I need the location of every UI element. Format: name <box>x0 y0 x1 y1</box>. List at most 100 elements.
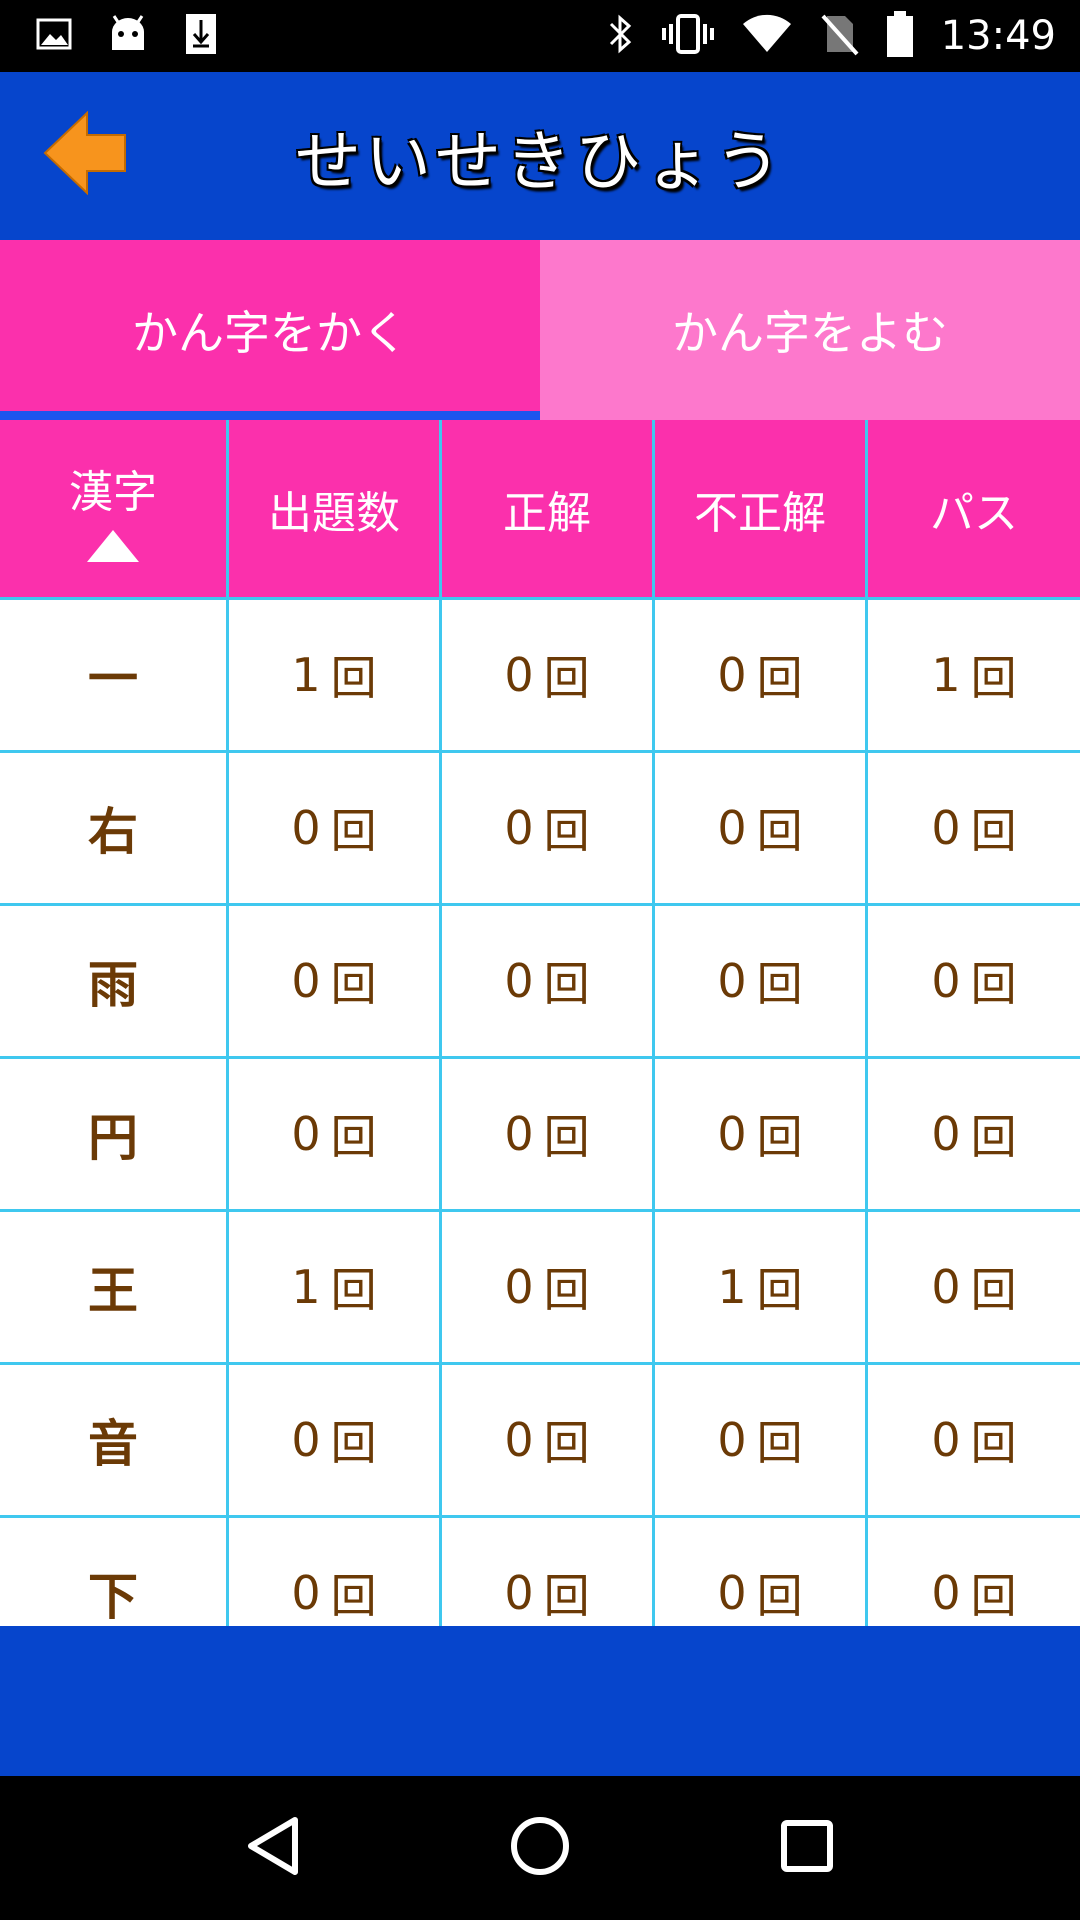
cell-kanji: 雨 <box>0 906 229 1056</box>
cell-asked-value: 0 <box>291 1107 321 1161</box>
cell-incorrect-value: 0 <box>717 801 747 855</box>
count-unit: 回 <box>543 1569 590 1623</box>
table-body: 一1回0回0回1回右0回0回0回0回雨0回0回0回0回円0回0回0回0回王1回0… <box>0 600 1080 1626</box>
count-unit: 回 <box>330 1110 377 1164</box>
cell-kanji-value: 音 <box>88 1415 138 1473</box>
cell-pass-value: 0 <box>931 1107 961 1161</box>
cell-correct: 0回 <box>442 600 655 750</box>
count-unit: 回 <box>543 957 590 1011</box>
tab-bar: かん字をかく かん字をよむ <box>0 240 1080 420</box>
cell-kanji-value: 一 <box>88 650 138 708</box>
count-unit: 回 <box>543 804 590 858</box>
status-bar: 13:49 <box>0 0 1080 72</box>
wifi-icon <box>741 14 793 58</box>
cell-pass: 0回 <box>868 1518 1080 1626</box>
count-unit: 回 <box>543 651 590 705</box>
battery-icon <box>885 10 915 62</box>
count-unit: 回 <box>756 1569 803 1623</box>
ad-banner-area <box>0 1626 1080 1776</box>
cell-kanji: 音 <box>0 1365 229 1515</box>
header-pass-label: パス <box>930 487 1018 539</box>
cell-incorrect: 0回 <box>655 753 868 903</box>
cell-incorrect: 0回 <box>655 906 868 1056</box>
table-row[interactable]: 右0回0回0回0回 <box>0 753 1080 906</box>
cell-correct-value: 0 <box>504 1566 534 1620</box>
cell-pass: 0回 <box>868 753 1080 903</box>
header-incorrect[interactable]: 不正解 <box>655 420 868 597</box>
cell-correct: 0回 <box>442 1212 655 1362</box>
table-header-row: 漢字 出題数 正解 不正解 パス <box>0 420 1080 600</box>
table-row[interactable]: 一1回0回0回1回 <box>0 600 1080 753</box>
nav-back-button[interactable] <box>233 1808 313 1888</box>
cell-correct-value: 0 <box>504 1413 534 1467</box>
navigation-bar <box>0 1776 1080 1920</box>
back-arrow-icon <box>43 110 127 199</box>
cell-correct-value: 0 <box>504 648 534 702</box>
cell-pass: 0回 <box>868 1365 1080 1515</box>
count-unit: 回 <box>970 1569 1017 1623</box>
cell-kanji-value: 円 <box>88 1109 138 1167</box>
sort-ascending-icon <box>87 529 139 562</box>
cell-pass: 0回 <box>868 906 1080 1056</box>
cell-correct: 0回 <box>442 1518 655 1626</box>
status-left <box>36 12 218 60</box>
cell-kanji: 下 <box>0 1518 229 1626</box>
cell-asked: 0回 <box>229 906 442 1056</box>
cell-incorrect-value: 1 <box>717 1260 747 1314</box>
count-unit: 回 <box>756 804 803 858</box>
cell-pass: 0回 <box>868 1212 1080 1362</box>
table-row[interactable]: 下0回0回0回0回 <box>0 1518 1080 1626</box>
count-unit: 回 <box>330 1263 377 1317</box>
header-asked[interactable]: 出題数 <box>229 420 442 597</box>
cell-asked-value: 0 <box>291 954 321 1008</box>
count-unit: 回 <box>970 804 1017 858</box>
nav-recents-button[interactable] <box>767 1808 847 1888</box>
cell-kanji-value: 王 <box>88 1262 138 1320</box>
cell-asked: 0回 <box>229 753 442 903</box>
count-unit: 回 <box>756 1110 803 1164</box>
cell-asked-value: 1 <box>291 1260 321 1314</box>
tab-write-kanji[interactable]: かん字をかく <box>0 240 540 420</box>
nav-back-icon <box>243 1814 303 1882</box>
header-pass[interactable]: パス <box>868 420 1080 597</box>
cell-correct: 0回 <box>442 1365 655 1515</box>
cell-kanji: 一 <box>0 600 229 750</box>
table-row[interactable]: 雨0回0回0回0回 <box>0 906 1080 1059</box>
count-unit: 回 <box>970 1416 1017 1470</box>
page-title: せいせきひょう <box>295 123 785 200</box>
no-sim-icon <box>819 12 859 60</box>
nav-home-button[interactable] <box>500 1808 580 1888</box>
vibrate-icon <box>661 12 715 60</box>
cell-incorrect-value: 0 <box>717 648 747 702</box>
header-kanji[interactable]: 漢字 <box>0 420 229 597</box>
score-table[interactable]: 漢字 出題数 正解 不正解 パス 一1回0回0回1回右0回0回0回0回雨0回0回… <box>0 420 1080 1626</box>
cell-incorrect-value: 0 <box>717 1413 747 1467</box>
count-unit: 回 <box>756 957 803 1011</box>
count-unit: 回 <box>970 651 1017 705</box>
header-correct[interactable]: 正解 <box>442 420 655 597</box>
cell-correct: 0回 <box>442 906 655 1056</box>
cell-asked: 1回 <box>229 1212 442 1362</box>
cell-pass-value: 0 <box>931 954 961 1008</box>
cell-correct-value: 0 <box>504 1260 534 1314</box>
cell-incorrect: 0回 <box>655 600 868 750</box>
count-unit: 回 <box>330 957 377 1011</box>
nav-recents-icon <box>779 1818 835 1878</box>
cell-asked: 0回 <box>229 1059 442 1209</box>
cell-incorrect: 0回 <box>655 1059 868 1209</box>
tab-read-kanji[interactable]: かん字をよむ <box>540 240 1080 420</box>
cell-pass: 0回 <box>868 1059 1080 1209</box>
nav-home-icon <box>508 1814 572 1882</box>
cell-pass-value: 0 <box>931 1566 961 1620</box>
back-button[interactable] <box>40 110 130 199</box>
cell-incorrect: 1回 <box>655 1212 868 1362</box>
cell-asked-value: 0 <box>291 1413 321 1467</box>
count-unit: 回 <box>330 804 377 858</box>
header-kanji-label: 漢字 <box>69 466 157 518</box>
count-unit: 回 <box>756 1263 803 1317</box>
count-unit: 回 <box>543 1416 590 1470</box>
count-unit: 回 <box>543 1110 590 1164</box>
table-row[interactable]: 王1回0回1回0回 <box>0 1212 1080 1365</box>
table-row[interactable]: 音0回0回0回0回 <box>0 1365 1080 1518</box>
table-row[interactable]: 円0回0回0回0回 <box>0 1059 1080 1212</box>
